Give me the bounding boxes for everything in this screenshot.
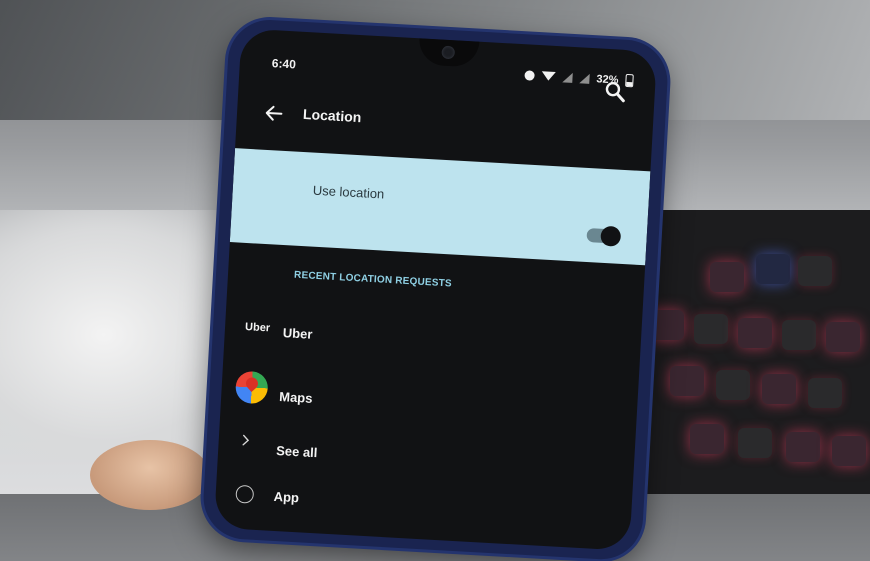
keyboard-key bbox=[738, 428, 772, 458]
keyboard-key bbox=[690, 424, 724, 454]
wifi-icon bbox=[541, 71, 556, 81]
keyboard-key bbox=[694, 314, 728, 344]
phone-screen: 6:40 32% Location Use location RECENT LO… bbox=[213, 28, 658, 551]
signal-icon bbox=[579, 72, 590, 84]
keyboard-key bbox=[832, 436, 866, 466]
keyboard-key bbox=[650, 310, 684, 340]
back-arrow-icon[interactable] bbox=[262, 102, 285, 125]
keyboard-key bbox=[738, 318, 772, 348]
keyboard-key bbox=[798, 256, 832, 286]
app-bar: Location bbox=[236, 94, 654, 157]
signal-icon bbox=[562, 71, 573, 83]
keyboard-key bbox=[670, 366, 704, 396]
use-location-toggle[interactable] bbox=[586, 225, 622, 247]
chevron-right-icon bbox=[242, 434, 250, 446]
status-time: 6:40 bbox=[271, 56, 297, 72]
see-all-label: See all bbox=[275, 442, 318, 461]
phone: 6:40 32% Location Use location RECENT LO… bbox=[201, 17, 670, 561]
list-item-label: App bbox=[273, 488, 300, 506]
use-location-label: Use location bbox=[312, 182, 385, 202]
app-permission-icon bbox=[235, 484, 255, 504]
list-item-label: Uber bbox=[282, 325, 313, 342]
keyboard-key bbox=[786, 432, 820, 462]
use-location-row[interactable]: Use location bbox=[229, 148, 651, 266]
do-not-disturb-icon bbox=[524, 69, 535, 81]
keyboard-key bbox=[808, 378, 842, 408]
keyboard-key bbox=[762, 374, 796, 404]
keyboard-key bbox=[716, 370, 750, 400]
background-thumb bbox=[90, 440, 210, 510]
keyboard-key bbox=[710, 262, 744, 292]
uber-icon: Uber bbox=[244, 321, 271, 335]
search-icon[interactable] bbox=[602, 79, 627, 104]
list-item-label: Maps bbox=[278, 389, 313, 406]
page-title: Location bbox=[302, 105, 362, 126]
keyboard-key bbox=[826, 322, 860, 352]
keyboard-key bbox=[782, 320, 816, 350]
keyboard-key bbox=[756, 254, 790, 284]
section-header-recent-requests: RECENT LOCATION REQUESTS bbox=[293, 269, 453, 290]
toggle-knob bbox=[600, 225, 622, 247]
google-maps-icon bbox=[234, 370, 269, 405]
